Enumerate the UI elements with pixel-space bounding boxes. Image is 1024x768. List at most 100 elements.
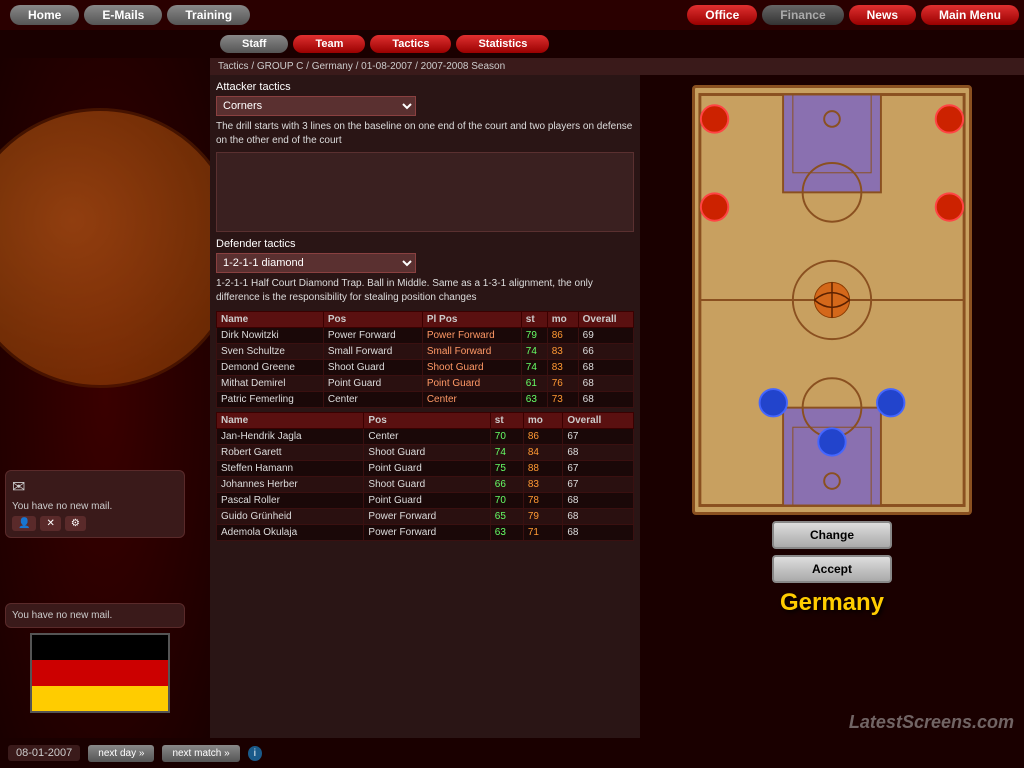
table-row[interactable]: Jan-Hendrik Jagla Center 70 86 67 (217, 429, 634, 445)
table-row[interactable]: Mithat Demirel Point Guard Point Guard 6… (217, 376, 634, 392)
team-button[interactable]: Team (293, 35, 365, 53)
player-name: Guido Grünheid (217, 509, 364, 525)
next-match-button[interactable]: next match » (162, 745, 239, 762)
flag-black-stripe (32, 635, 168, 660)
mail-text-2: You have no new mail. (12, 610, 178, 621)
player-overall: 68 (578, 360, 633, 376)
player-mo: 83 (523, 477, 562, 493)
mail-person-icon[interactable]: 👤 (12, 516, 36, 531)
col-name-def: Name (217, 413, 364, 429)
player-overall: 68 (563, 525, 634, 541)
player-plpos: Shoot Guard (422, 360, 521, 376)
table-row[interactable]: Demond Greene Shoot Guard Shoot Guard 74… (217, 360, 634, 376)
mail-settings-icon[interactable]: ⚙ (65, 516, 86, 531)
training-button[interactable]: Training (167, 5, 250, 25)
finance-button[interactable]: Finance (762, 5, 843, 25)
mail-icon: ✉ (12, 477, 178, 497)
player-mo: 83 (547, 344, 578, 360)
col-plpos-atk: Pl Pos (422, 312, 521, 328)
player-st: 65 (490, 509, 523, 525)
table-row[interactable]: Patric Femerling Center Center 63 73 68 (217, 392, 634, 408)
info-button[interactable]: i (248, 746, 262, 761)
attacker-tactics-label: Attacker tactics (216, 81, 634, 93)
bottom-bar: 08-01-2007 next day » next match » i (0, 738, 1024, 768)
basketball-court: FIBA FIBA (692, 85, 972, 515)
player-plpos: Small Forward (422, 344, 521, 360)
player-pos: Point Guard (364, 461, 490, 477)
player-st: 70 (490, 429, 523, 445)
table-row[interactable]: Robert Garett Shoot Guard 74 84 68 (217, 445, 634, 461)
mail-close-icon[interactable]: ✕ (40, 516, 60, 531)
player-pos: Power Forward (364, 509, 490, 525)
news-button[interactable]: News (849, 5, 916, 25)
player-overall: 67 (563, 477, 634, 493)
defender-tactics-select-row: 1-2-1-1 diamond (216, 253, 634, 273)
player-mo: 78 (523, 493, 562, 509)
player-name: Steffen Hamann (217, 461, 364, 477)
table-row[interactable]: Sven Schultze Small Forward Small Forwar… (217, 344, 634, 360)
basketball-decoration (0, 108, 210, 388)
germany-flag (30, 633, 170, 713)
player-st: 75 (490, 461, 523, 477)
table-row[interactable]: Guido Grünheid Power Forward 65 79 68 (217, 509, 634, 525)
table-row[interactable]: Dirk Nowitzki Power Forward Power Forwar… (217, 328, 634, 344)
attackers-table: Name Pos Pl Pos st mo Overall Dirk Nowit… (216, 311, 634, 408)
player-overall: 68 (563, 445, 634, 461)
change-button[interactable]: Change (772, 521, 892, 549)
country-label: Germany (780, 589, 884, 617)
player-mo: 83 (547, 360, 578, 376)
player-st: 70 (490, 493, 523, 509)
breadcrumb: Tactics / GROUP C / Germany / 01-08-2007… (210, 58, 1024, 75)
main-menu-button[interactable]: Main Menu (921, 5, 1019, 25)
player-mo: 79 (523, 509, 562, 525)
home-button[interactable]: Home (10, 5, 79, 25)
player-pos: Power Forward (323, 328, 422, 344)
next-day-button[interactable]: next day » (88, 745, 154, 762)
date-label: 08-01-2007 (8, 745, 80, 761)
attacker-tactics-desc: The drill starts with 3 lines on the bas… (216, 120, 634, 148)
accept-button[interactable]: Accept (772, 555, 892, 583)
player-name: Pascal Roller (217, 493, 364, 509)
table-row[interactable]: Johannes Herber Shoot Guard 66 83 67 (217, 477, 634, 493)
staff-button[interactable]: Staff (220, 35, 288, 53)
right-panel: FIBA FIBA Change Accept Germany (640, 75, 1024, 738)
flag-yellow-stripe (32, 686, 168, 711)
player-overall: 68 (563, 493, 634, 509)
mail-box-1: ✉ You have no new mail. 👤 ✕ ⚙ (5, 470, 185, 538)
player-pos: Center (323, 392, 422, 408)
left-panel: Attacker tactics Corners The drill start… (210, 75, 640, 738)
office-button[interactable]: Office (687, 5, 757, 25)
player-mo: 86 (523, 429, 562, 445)
col-overall-atk: Overall (578, 312, 633, 328)
defender-tactics-desc: 1-2-1-1 Half Court Diamond Trap. Ball in… (216, 277, 634, 305)
player-st: 74 (490, 445, 523, 461)
col-mo-atk: mo (547, 312, 578, 328)
col-pos-def: Pos (364, 413, 490, 429)
table-row[interactable]: Steffen Hamann Point Guard 75 88 67 (217, 461, 634, 477)
defenders-table: Name Pos st mo Overall Jan-Hendrik Jagla… (216, 412, 634, 541)
attacker-tactics-select-row: Corners (216, 96, 634, 116)
statistics-button[interactable]: Statistics (456, 35, 549, 53)
col-st-atk: st (521, 312, 547, 328)
table-row[interactable]: Pascal Roller Point Guard 70 78 68 (217, 493, 634, 509)
player-name: Robert Garett (217, 445, 364, 461)
table-row[interactable]: Ademola Okulaja Power Forward 63 71 68 (217, 525, 634, 541)
col-st-def: st (490, 413, 523, 429)
sidebar-background: ✉ You have no new mail. 👤 ✕ ⚙ You have n… (0, 58, 210, 738)
player-st: 63 (521, 392, 547, 408)
watermark: LatestScreens.com (849, 712, 1014, 733)
player-pos: Point Guard (364, 493, 490, 509)
court-svg: FIBA FIBA (695, 88, 969, 512)
player-pos: Point Guard (323, 376, 422, 392)
player-st: 66 (490, 477, 523, 493)
col-pos-atk: Pos (323, 312, 422, 328)
attacker-tactics-dropdown[interactable]: Corners (216, 96, 416, 116)
emails-button[interactable]: E-Mails (84, 5, 162, 25)
player-overall: 66 (578, 344, 633, 360)
defender-tactics-dropdown[interactable]: 1-2-1-1 diamond (216, 253, 416, 273)
player-name: Mithat Demirel (217, 376, 324, 392)
player-pos: Power Forward (364, 525, 490, 541)
player-mo: 73 (547, 392, 578, 408)
player-mo: 88 (523, 461, 562, 477)
tactics-button[interactable]: Tactics (370, 35, 451, 53)
